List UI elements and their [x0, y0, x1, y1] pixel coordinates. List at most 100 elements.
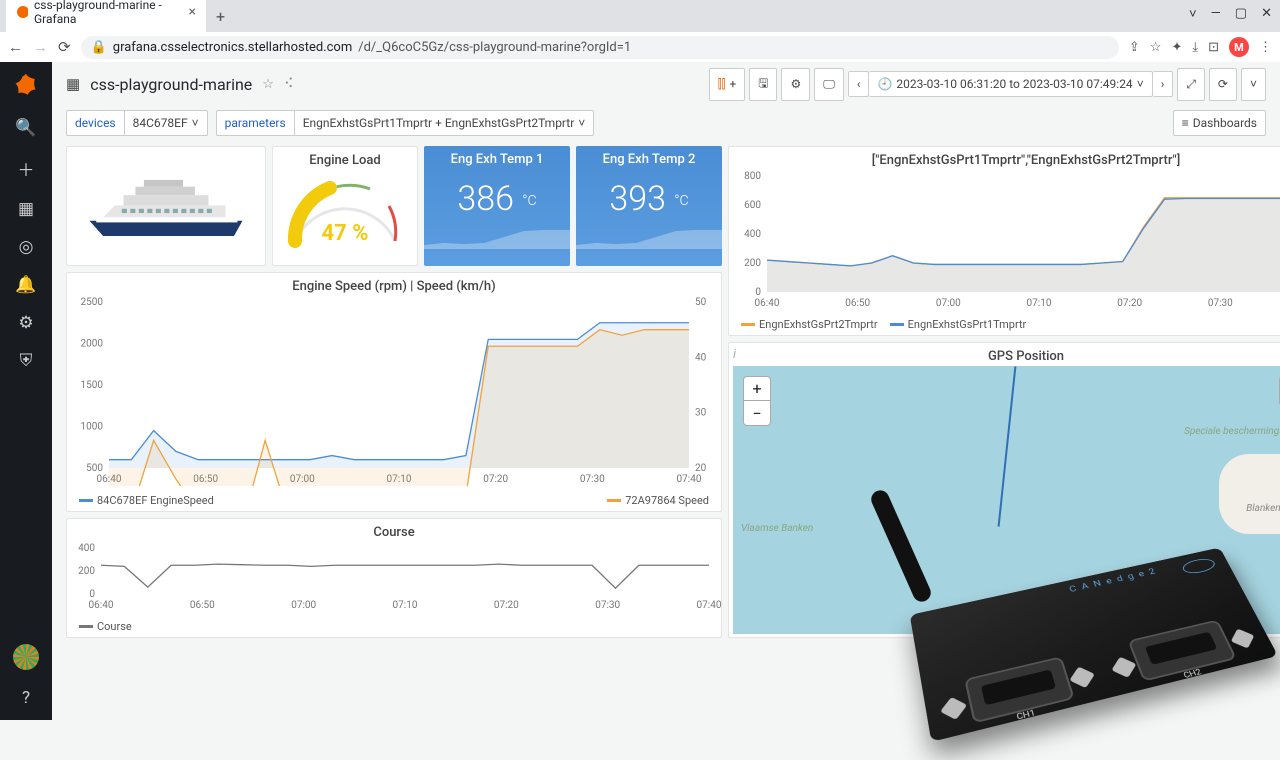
exh1-unit: °C [522, 193, 536, 209]
svg-text:20: 20 [695, 463, 707, 474]
course-panel[interactable]: Course 020040006:4006:5007:0007:1007:200… [66, 518, 722, 638]
svg-text:1000: 1000 [81, 422, 104, 433]
refresh-button[interactable]: ⟳ [1209, 68, 1237, 101]
svg-text:07:10: 07:10 [1027, 298, 1052, 309]
time-range-text: 2023-03-10 06:31:20 to 2023-03-10 07:49:… [896, 77, 1132, 91]
var-devices-value: 84C678EF [133, 116, 188, 130]
help-icon[interactable]: ? [22, 688, 30, 708]
account-badge[interactable]: M [1229, 37, 1249, 57]
alerting-icon[interactable]: 🔔 [15, 275, 36, 295]
install-icon[interactable]: ⊡ [1208, 40, 1219, 55]
exh2-unit: °C [674, 193, 688, 209]
back-icon[interactable]: ← [8, 38, 23, 56]
tab-title: css-playground-marine - Grafana [34, 0, 183, 26]
star-dashboard-icon[interactable]: ☆ [262, 77, 274, 92]
win-max-icon[interactable]: ▢ [1235, 6, 1247, 22]
time-back-button[interactable]: ‹ [848, 71, 870, 97]
canedge-device-image: CANedge2 CH1 CH2 [870, 540, 1280, 760]
panel-title: Eng Exh Temp 2 [576, 146, 722, 169]
svg-text:40: 40 [695, 352, 707, 363]
win-close-icon[interactable]: ✕ [1261, 6, 1272, 22]
win-chevron-icon[interactable]: ˅ [1189, 6, 1197, 22]
tv-mode-button[interactable]: 🖵 [814, 68, 844, 101]
panel-grid-icon[interactable]: ▦ [66, 75, 80, 93]
save-button[interactable]: 🖫 [749, 68, 777, 101]
map-label-a: Vlaamse Banken [741, 523, 813, 534]
user-avatar[interactable] [13, 644, 39, 670]
panel-title: GPS Position [729, 343, 1280, 366]
grafana-logo-icon[interactable] [12, 72, 40, 100]
gps-track [998, 366, 1017, 526]
svg-text:50: 50 [695, 297, 707, 308]
device-port2-label: CH2 [1146, 659, 1239, 690]
extensions-icon[interactable]: ✦ [1171, 40, 1182, 55]
explore-icon[interactable]: ◎ [19, 237, 34, 257]
svg-text:07:20: 07:20 [483, 474, 508, 485]
svg-text:600: 600 [744, 200, 761, 211]
speed-chart-svg: 50010001500200025002030405006:4006:5007:… [67, 296, 721, 486]
ship-icon [81, 168, 251, 245]
svg-text:2000: 2000 [81, 339, 104, 350]
svg-text:500: 500 [86, 463, 103, 474]
var-devices[interactable]: devices 84C678EF˅ [66, 110, 208, 136]
svg-text:06:40: 06:40 [755, 298, 780, 309]
exh1-value: 386 [457, 179, 514, 219]
var-devices-label: devices [67, 111, 125, 135]
dashboards-dropdown[interactable]: ≡ Dashboards [1173, 110, 1266, 136]
map-zoom-in[interactable]: + [744, 377, 770, 401]
map-zoom-out[interactable]: − [744, 401, 770, 425]
legend-exh-b: EngnExhstGsPrt1Tmprtr [908, 318, 1027, 331]
engine-load-panel[interactable]: Engine Load 47 % [272, 146, 418, 266]
panel-title: Course [67, 519, 721, 542]
engine-speed-panel[interactable]: Engine Speed (rpm) | Speed (km/h) 500100… [66, 272, 722, 512]
new-tab-button[interactable]: + [206, 1, 235, 32]
exhaust-chart-panel[interactable]: ["EngnExhstGsPrt1Tmprtr","EngnExhstGsPrt… [728, 146, 1280, 336]
svg-text:07:40: 07:40 [697, 600, 721, 611]
svg-text:400: 400 [78, 543, 95, 554]
win-min-icon[interactable]: — [1211, 6, 1221, 22]
tab-close-icon[interactable]: × [189, 4, 196, 20]
map-land [1219, 454, 1280, 534]
time-forward-button[interactable]: › [1153, 71, 1174, 97]
add-panel-button[interactable]: ⫿⫿+ [709, 68, 746, 101]
reload-icon[interactable]: ⟳ [58, 38, 71, 56]
exh-temp-1-panel[interactable]: Eng Exh Temp 1 386 °C [424, 146, 570, 266]
config-icon[interactable]: ⚙ [18, 313, 33, 333]
var-parameters[interactable]: parameters EngnExhstGsPrt1Tmprtr + EngnE… [216, 110, 595, 136]
svg-text:400: 400 [744, 229, 761, 240]
share-icon[interactable]: ⇪ [1129, 40, 1140, 55]
svg-text:06:50: 06:50 [845, 298, 870, 309]
dashboards-icon[interactable]: ▦ [18, 199, 34, 219]
exhaust-chart-svg: 020040060080006:4006:5007:0007:1007:2007… [729, 170, 1280, 310]
ship-image-panel [66, 146, 266, 266]
chevron-down-icon: ˅ [578, 116, 585, 130]
refresh-interval-button[interactable]: ˅ [1241, 68, 1266, 101]
plus-icon[interactable]: ＋ [18, 156, 35, 181]
star-icon[interactable]: ☆ [1150, 40, 1162, 55]
settings-button[interactable]: ⚙ [781, 68, 810, 101]
search-icon[interactable]: 🔍 [15, 118, 36, 138]
grafana-favicon [16, 5, 28, 19]
zoom-out-button[interactable]: ⤢ [1177, 68, 1205, 101]
download-icon[interactable]: ⤓ [1192, 40, 1198, 55]
svg-text:200: 200 [744, 258, 761, 269]
panel-title: Eng Exh Temp 1 [424, 146, 570, 169]
chevron-down-icon: ˅ [1137, 77, 1144, 91]
exh-temp-2-panel[interactable]: Eng Exh Temp 2 393 °C [576, 146, 722, 266]
svg-text:07:10: 07:10 [393, 600, 418, 611]
menu-icon[interactable]: ⋮ [1259, 40, 1272, 55]
var-parameters-label: parameters [217, 111, 295, 135]
map-label-c: Speciale beschermingszone [1184, 426, 1280, 437]
clock-icon: 🕘 [877, 77, 892, 91]
svg-text:07:40: 07:40 [677, 474, 702, 485]
address-bar[interactable]: 🔒 grafana.csselectronics.stellarhosted.c… [81, 36, 1119, 59]
forward-icon[interactable]: → [33, 38, 48, 56]
svg-text:30: 30 [695, 408, 707, 419]
time-range-picker[interactable]: ‹ 🕘 2023-03-10 06:31:20 to 2023-03-10 07:… [848, 68, 1173, 101]
dashboards-dropdown-label: Dashboards [1193, 116, 1257, 130]
share-dashboard-icon[interactable]: ⠪ [284, 77, 294, 92]
info-icon[interactable]: i [733, 347, 736, 362]
shield-icon[interactable]: ⛨ [20, 351, 33, 371]
browser-tab[interactable]: css-playground-marine - Grafana × [6, 0, 206, 32]
device-port1-label: CH1 [976, 699, 1076, 732]
